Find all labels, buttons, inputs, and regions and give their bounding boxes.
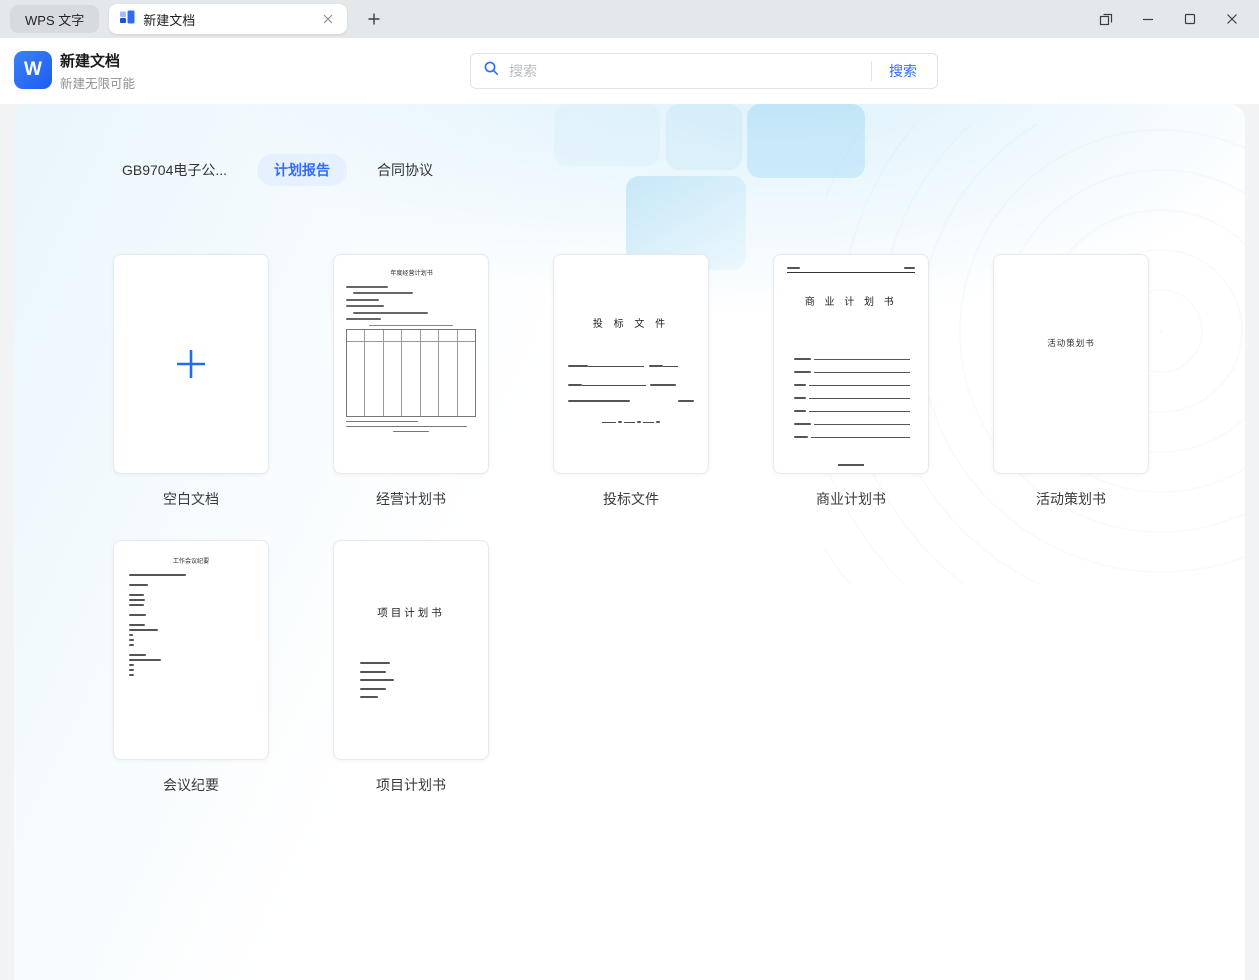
template-label: 项目计划书 xyxy=(333,775,489,795)
wps-writer-logo: W xyxy=(14,51,52,89)
tab-wps-home[interactable]: WPS 文字 xyxy=(10,5,99,33)
minimize-icon xyxy=(1139,10,1157,28)
titlebar: WPS 文字 新建文档 xyxy=(0,0,1259,38)
wps-doc-logo-icon xyxy=(119,9,135,30)
main-panel: GB9704电子公... 计划报告 合同协议 空白文档 年度经营计划书 xyxy=(14,104,1245,980)
thumb-lines xyxy=(360,662,488,698)
thumb-table xyxy=(346,329,476,417)
template-thumbnail: 商 业 计 划 书 xyxy=(774,255,928,473)
search-icon xyxy=(483,60,500,82)
search-button[interactable]: 搜索 xyxy=(881,61,925,81)
thumb-header-rule xyxy=(787,267,915,273)
template-label: 投标文件 xyxy=(553,489,709,509)
plus-icon xyxy=(171,344,211,384)
template-cell: 项目计划书 项目计划书 xyxy=(333,540,489,795)
decorative-square xyxy=(747,104,865,178)
filter-plan-report-active[interactable]: 计划报告 xyxy=(257,154,347,186)
stack-windows-button[interactable] xyxy=(1085,0,1127,38)
stack-windows-icon xyxy=(1097,10,1115,28)
category-filter-row: GB9704电子公... 计划报告 合同协议 xyxy=(122,154,433,186)
header: W 新建文档 新建无限可能 搜索 xyxy=(0,38,1259,104)
tab-close-icon[interactable] xyxy=(319,10,337,28)
thumb-lines xyxy=(346,286,476,321)
template-thumbnail: 活动策划书 xyxy=(994,255,1148,473)
thumb-lines xyxy=(346,421,476,433)
template-card-business-plan-table[interactable]: 年度经营计划书 xyxy=(333,254,489,474)
search-input[interactable] xyxy=(509,63,862,79)
search-bar[interactable]: 搜索 xyxy=(470,53,938,89)
thumb-title: 年度经营计划书 xyxy=(390,269,432,278)
thumb-line xyxy=(838,464,864,466)
template-card-event-plan[interactable]: 活动策划书 xyxy=(993,254,1149,474)
logo-letter: W xyxy=(24,59,42,81)
template-label: 会议纪要 xyxy=(113,775,269,795)
template-thumbnail: 项目计划书 xyxy=(334,541,488,759)
template-cell: 空白文档 xyxy=(113,254,269,509)
template-card-business-proposal[interactable]: 商 业 计 划 书 xyxy=(773,254,929,474)
template-label: 商业计划书 xyxy=(773,489,929,509)
template-card-blank[interactable] xyxy=(113,254,269,474)
thumb-line xyxy=(369,325,452,327)
minimize-button[interactable] xyxy=(1127,0,1169,38)
thumb-title: 项目计划书 xyxy=(334,605,488,620)
thumb-date-line xyxy=(554,418,708,423)
new-tab-button[interactable] xyxy=(361,6,387,32)
template-label: 空白文档 xyxy=(113,489,269,509)
maximize-button[interactable] xyxy=(1169,0,1211,38)
template-thumbnail: 年度经营计划书 xyxy=(334,255,488,473)
thumb-title: 工作会议纪要 xyxy=(173,557,209,566)
thumb-lines xyxy=(794,352,910,438)
template-cell: 商 业 计 划 书 商业计划书 xyxy=(773,254,929,509)
template-label: 经营计划书 xyxy=(333,489,489,509)
maximize-icon xyxy=(1181,10,1199,28)
template-label: 活动策划书 xyxy=(993,489,1149,509)
template-thumbnail: 工作会议纪要 xyxy=(114,541,268,759)
thumb-lines xyxy=(126,574,256,676)
tab-wps-home-label: WPS 文字 xyxy=(25,10,84,29)
template-thumbnail: 投 标 文 件 xyxy=(554,255,708,473)
decorative-square xyxy=(554,104,660,166)
tab-new-document[interactable]: 新建文档 xyxy=(109,4,347,34)
filter-gb9704[interactable]: GB9704电子公... xyxy=(122,160,227,180)
thumb-title: 商 业 计 划 书 xyxy=(786,293,916,308)
blank-thumbnail xyxy=(114,255,268,473)
template-grid: 空白文档 年度经营计划书 xyxy=(113,254,1223,795)
close-window-button[interactable] xyxy=(1211,0,1253,38)
template-card-bid-document[interactable]: 投 标 文 件 xyxy=(553,254,709,474)
plus-icon xyxy=(367,12,381,26)
close-icon xyxy=(1223,10,1241,28)
page-title: 新建文档 xyxy=(60,50,120,71)
template-card-project-plan[interactable]: 项目计划书 xyxy=(333,540,489,760)
filter-contract[interactable]: 合同协议 xyxy=(377,160,433,180)
thumb-title: 活动策划书 xyxy=(994,337,1148,349)
thumb-title: 投 标 文 件 xyxy=(554,315,708,330)
tab-new-document-label: 新建文档 xyxy=(143,10,311,29)
search-divider xyxy=(871,61,872,81)
template-cell: 工作会议纪要 xyxy=(113,540,269,795)
template-card-meeting-minutes[interactable]: 工作会议纪要 xyxy=(113,540,269,760)
template-cell: 年度经营计划书 xyxy=(333,254,489,509)
decorative-square xyxy=(666,104,742,170)
page-subtitle: 新建无限可能 xyxy=(60,73,135,92)
thumb-lines xyxy=(568,362,694,402)
template-cell: 投 标 文 件 投标文件 xyxy=(553,254,709,509)
template-cell: 活动策划书 活动策划书 xyxy=(993,254,1149,509)
